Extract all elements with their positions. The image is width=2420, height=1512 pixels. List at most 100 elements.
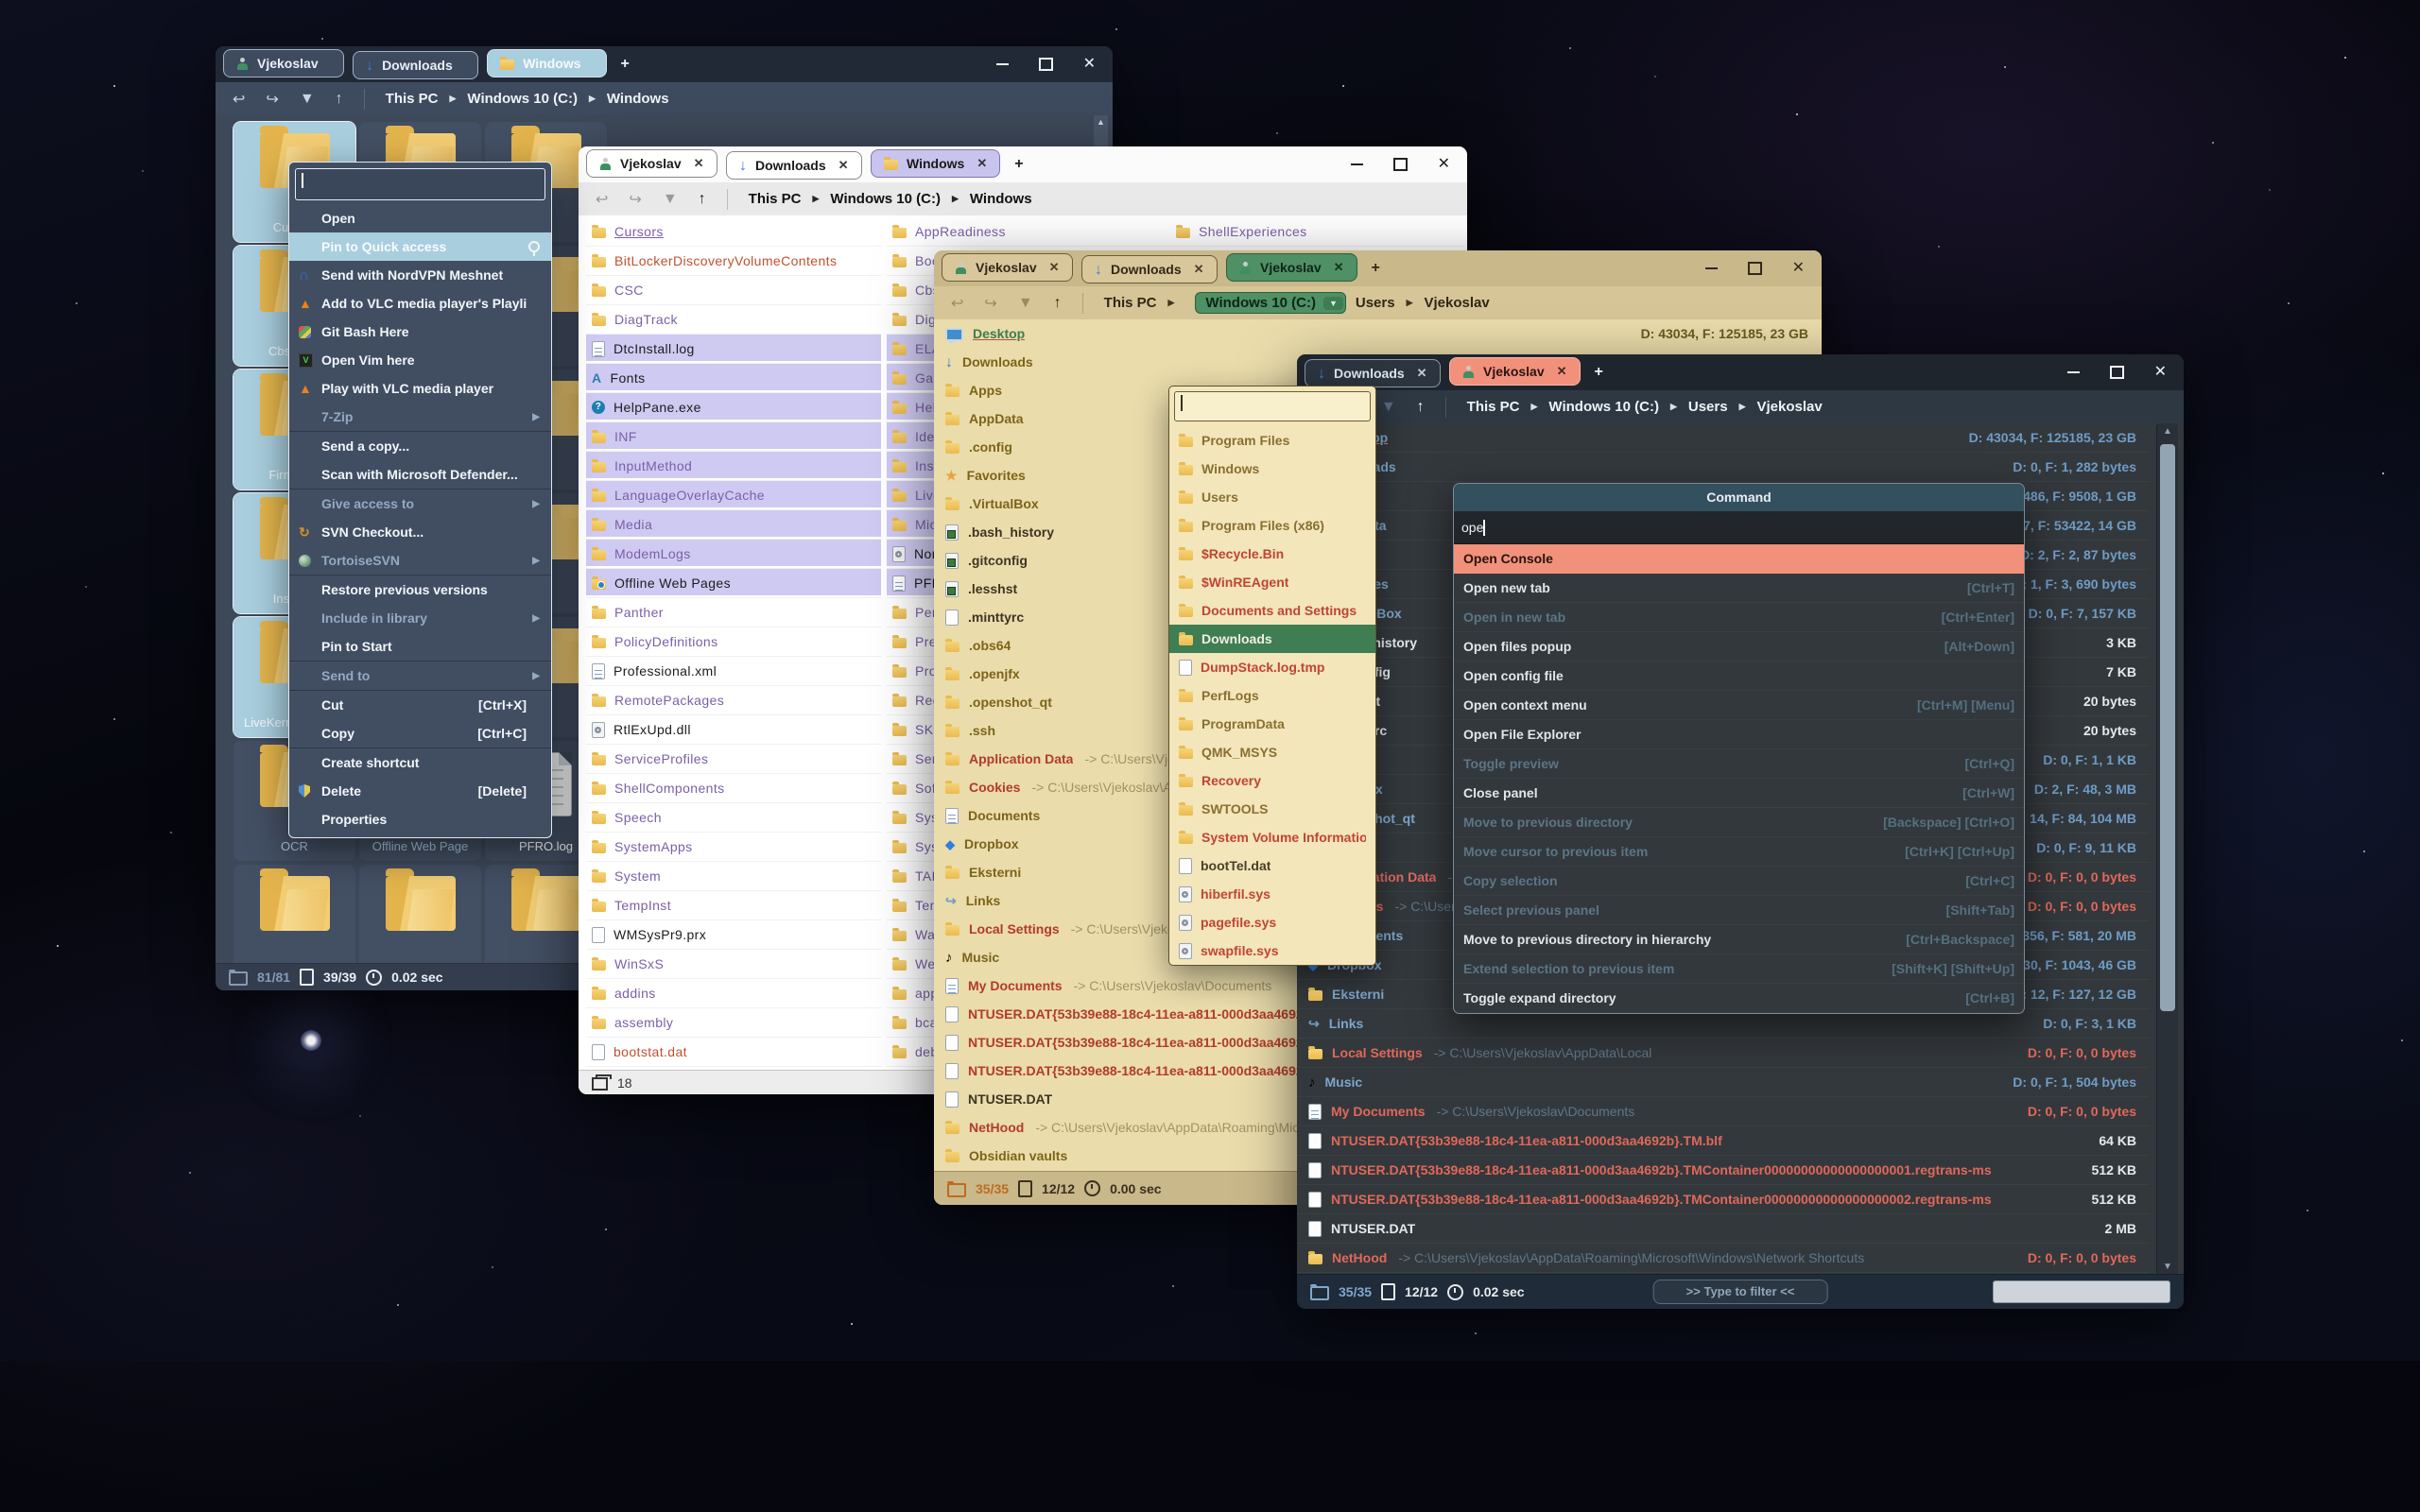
dropdown-item[interactable]: Documents and Settings	[1169, 596, 1375, 625]
up-icon[interactable]: ↑	[1417, 399, 1425, 416]
context-menu-item[interactable]: Delete [Delete]	[289, 777, 551, 805]
file-row[interactable]: RtlExUpd.dll	[586, 715, 881, 745]
context-menu-item[interactable]: Give access to ▶	[289, 490, 551, 518]
breadcrumb-segment[interactable]: Users	[1356, 295, 1395, 311]
forward-icon[interactable]: ↪	[266, 90, 278, 109]
file-row[interactable]: ShellExperiences	[1170, 217, 1465, 247]
dropdown-item[interactable]: Recovery	[1169, 766, 1375, 795]
dropdown-item[interactable]: Windows	[1169, 455, 1375, 483]
tab-close-icon[interactable]: ✕	[1049, 260, 1060, 275]
dropdown-item[interactable]: Program Files (x86)	[1169, 511, 1375, 540]
dropdown-item[interactable]: System Volume Information	[1169, 823, 1375, 851]
palette-item[interactable]: Open in new tab [Ctrl+Enter]	[1454, 603, 2024, 632]
back-icon[interactable]: ↩	[951, 294, 963, 313]
file-row[interactable]: HelpPane.exe	[586, 393, 881, 422]
breadcrumb-segment[interactable]: This PC	[1467, 399, 1520, 415]
context-menu-item[interactable]: Restore previous versions	[289, 576, 551, 604]
file-row[interactable]: RemotePackages	[586, 686, 881, 715]
context-menu-item[interactable]: Pin to Start	[289, 632, 551, 662]
context-menu-item[interactable]: SVN Checkout...	[289, 518, 551, 546]
palette-item[interactable]: Move cursor to previous item [Ctrl+K] [C…	[1454, 837, 2024, 867]
scroll-down-icon[interactable]: ▼	[2157, 1262, 2178, 1272]
context-menu-item[interactable]: Send with NordVPN Meshnet	[289, 261, 551, 289]
history-dropdown-icon[interactable]: ▼	[1381, 399, 1396, 416]
context-menu-item[interactable]: Create shortcut	[289, 748, 551, 777]
palette-item[interactable]: Toggle expand directory [Ctrl+B]	[1454, 984, 2024, 1013]
back-icon[interactable]: ↩	[233, 90, 245, 109]
dropdown-item[interactable]: DumpStack.log.tmp	[1169, 653, 1375, 681]
palette-item[interactable]: Close panel [Ctrl+W]	[1454, 779, 2024, 808]
file-row[interactable]: My Documents -> C:\Users\Vjekoslav\Docum…	[1297, 1097, 2150, 1126]
palette-item[interactable]: Open File Explorer	[1454, 720, 2024, 749]
file-tile[interactable]: Prefetch	[359, 865, 481, 964]
file-row[interactable]: ShellComponents	[586, 774, 881, 803]
palette-item[interactable]: Toggle preview [Ctrl+Q]	[1454, 749, 2024, 779]
breadcrumb-segment[interactable]: Windows	[970, 191, 1032, 207]
context-menu-item[interactable]: Open	[289, 204, 551, 232]
dropdown-item[interactable]: bootTel.dat	[1169, 851, 1375, 880]
tab-close-icon[interactable]: ✕	[694, 156, 704, 171]
tab[interactable]: Downloads ✕	[726, 151, 862, 180]
minimize-button[interactable]	[1705, 267, 1718, 269]
maximize-button[interactable]	[1393, 158, 1408, 171]
tab-bar[interactable]: Vjekoslav Downloads Windows	[216, 46, 1113, 82]
file-row[interactable]: System	[586, 862, 881, 891]
tab[interactable]: Vjekoslav ✕	[1226, 253, 1357, 282]
palette-item[interactable]: Extend selection to previous item [Shift…	[1454, 954, 2024, 984]
file-row[interactable]: ModemLogs	[586, 540, 881, 569]
file-row[interactable]: WinSxS	[586, 950, 881, 979]
dropdown-filter-input[interactable]	[1174, 391, 1371, 421]
scrollbar-thumb[interactable]	[2160, 444, 2175, 1011]
file-row[interactable]: ServiceProfiles	[586, 745, 881, 774]
file-row[interactable]: TempInst	[586, 891, 881, 920]
dropdown-item[interactable]: $Recycle.Bin	[1169, 540, 1375, 568]
dropdown-item[interactable]: SWTOOLS	[1169, 795, 1375, 823]
palette-item[interactable]: Move to previous directory in hierarchy …	[1454, 925, 2024, 954]
file-row[interactable]: InputMethod	[586, 452, 881, 481]
tab-close-icon[interactable]: ✕	[1334, 260, 1344, 275]
new-tab-button[interactable]: +	[1595, 364, 1603, 381]
tab-close-icon[interactable]: ✕	[977, 156, 987, 171]
file-row[interactable]: NTUSER.DAT 2 MB	[1297, 1214, 2150, 1244]
close-button[interactable]: ✕	[1792, 261, 1805, 276]
tab-close-icon[interactable]: ✕	[838, 158, 849, 173]
file-row[interactable]: NTUSER.DAT{53b39e88-18c4-11ea-a811-000d3…	[1297, 1185, 2150, 1214]
tab-bar[interactable]: Vjekoslav ✕ Downloads ✕ Vjekoslav ✕	[934, 250, 1822, 286]
context-menu-item[interactable]: Open Vim here	[289, 346, 551, 374]
context-menu-item[interactable]: Git Bash Here	[289, 318, 551, 346]
context-menu-item[interactable]: Play with VLC media player	[289, 374, 551, 403]
minimize-button[interactable]	[1351, 163, 1363, 165]
tab-bar[interactable]: Vjekoslav ✕ Downloads ✕ Windows ✕	[579, 146, 1467, 183]
tab[interactable]: Downloads ✕	[1081, 255, 1218, 284]
scroll-up-icon[interactable]: ▲	[1094, 117, 1108, 127]
tab[interactable]: Downloads	[353, 51, 478, 79]
file-row[interactable]: NTUSER.DAT{53b39e88-18c4-11ea-a811-000d3…	[1297, 1156, 2150, 1185]
palette-item[interactable]: Open files popup [Alt+Down]	[1454, 632, 2024, 662]
context-menu-item[interactable]: Copy [Ctrl+C]	[289, 719, 551, 748]
breadcrumb-segment[interactable]: This PC	[386, 91, 439, 107]
file-row[interactable]: SystemApps	[586, 833, 881, 862]
file-row[interactable]: Fonts	[586, 364, 881, 393]
dropdown-item[interactable]: Users	[1169, 483, 1375, 511]
context-menu-item[interactable]: Include in library ▶	[289, 604, 551, 632]
file-row[interactable]: AppReadiness	[887, 217, 1182, 247]
context-menu-item[interactable]: Send to ▶	[289, 662, 551, 691]
breadcrumb-segment[interactable]: Windows 10 (C:)	[467, 91, 578, 107]
context-menu-item[interactable]: Pin to Quick access	[289, 232, 551, 261]
new-tab-button[interactable]: +	[1014, 156, 1023, 173]
tab[interactable]: Vjekoslav	[223, 49, 344, 77]
dropdown-item[interactable]: hiberfil.sys	[1169, 880, 1375, 908]
tab[interactable]: Windows	[487, 49, 606, 77]
up-icon[interactable]: ↑	[1054, 295, 1062, 312]
file-row[interactable]: WMSysPr9.prx	[586, 920, 881, 950]
dropdown-item[interactable]: QMK_MSYS	[1169, 738, 1375, 766]
file-tile[interactable]: PolicyDefinitions	[233, 865, 355, 964]
close-button[interactable]: ✕	[2154, 365, 2167, 380]
tab[interactable]: Vjekoslav ✕	[586, 149, 717, 178]
file-row[interactable]: Media	[586, 510, 881, 540]
dropdown-item[interactable]: Program Files	[1169, 426, 1375, 455]
file-row[interactable]: Cursors	[586, 217, 881, 247]
dropdown-item[interactable]: $WinREAgent	[1169, 568, 1375, 596]
tab[interactable]: Downloads ✕	[1305, 359, 1441, 387]
breadcrumb-segment[interactable]: Vjekoslav	[1425, 295, 1490, 311]
